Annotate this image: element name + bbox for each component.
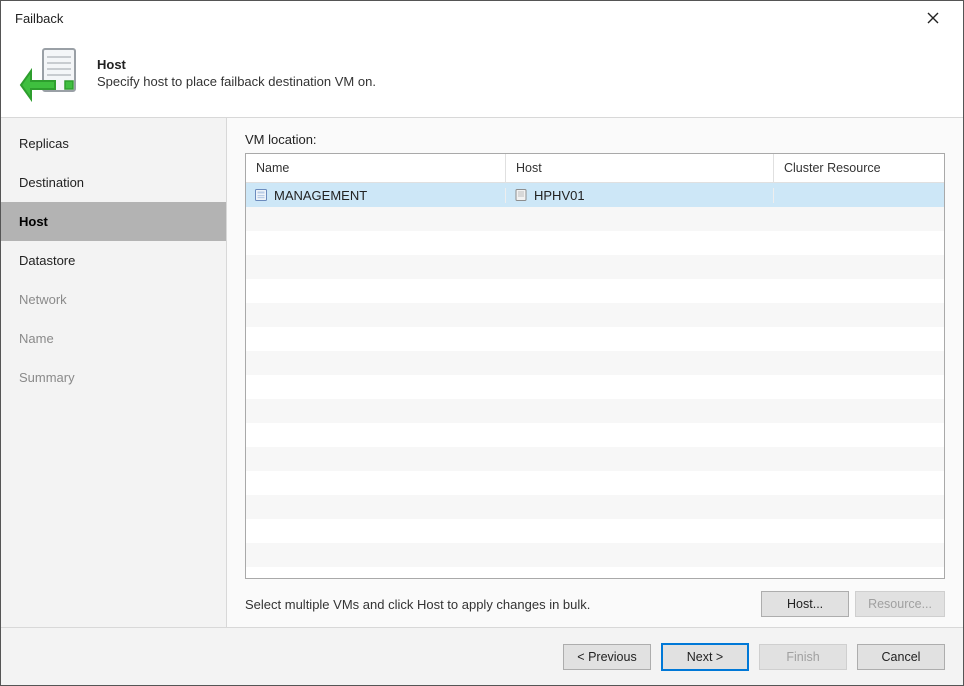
table-row[interactable]: MANAGEMENT HPHV01: [246, 183, 944, 207]
step-sidebar: Replicas Destination Host Datastore Netw…: [1, 118, 227, 627]
previous-button[interactable]: < Previous: [563, 644, 651, 670]
wizard-body: Replicas Destination Host Datastore Netw…: [1, 117, 963, 627]
empty-row: [246, 255, 944, 279]
empty-row: [246, 399, 944, 423]
column-header-name[interactable]: Name: [246, 154, 506, 182]
window-title: Failback: [15, 11, 63, 26]
empty-row: [246, 207, 944, 231]
empty-row: [246, 231, 944, 255]
finish-button: Finish: [759, 644, 847, 670]
sidebar-item-summary[interactable]: Summary: [1, 358, 226, 397]
sidebar-item-replicas[interactable]: Replicas: [1, 124, 226, 163]
empty-row: [246, 423, 944, 447]
titlebar: Failback: [1, 1, 963, 35]
wizard-header: Host Specify host to place failback dest…: [1, 35, 963, 117]
cell-host: HPHV01: [506, 188, 774, 203]
page-title: Host: [97, 57, 376, 72]
grid-body: MANAGEMENT HPHV01: [246, 183, 944, 578]
empty-row: [246, 351, 944, 375]
vm-icon: [254, 188, 268, 202]
grid-header: Name Host Cluster Resource: [246, 154, 944, 183]
empty-row: [246, 543, 944, 567]
failback-wizard-window: Failback Host Specify host to place fail…: [0, 0, 964, 686]
empty-row: [246, 279, 944, 303]
empty-row: [246, 495, 944, 519]
page-subtitle: Specify host to place failback destinati…: [97, 74, 376, 89]
sidebar-item-host[interactable]: Host: [1, 202, 226, 241]
column-header-host[interactable]: Host: [506, 154, 774, 182]
bulk-hint: Select multiple VMs and click Host to ap…: [245, 597, 751, 612]
empty-row: [246, 519, 944, 543]
cancel-button[interactable]: Cancel: [857, 644, 945, 670]
close-icon: [927, 12, 939, 24]
empty-row: [246, 447, 944, 471]
close-button[interactable]: [913, 4, 953, 32]
wizard-footer: < Previous Next > Finish Cancel: [1, 627, 963, 685]
resource-button: Resource...: [855, 591, 945, 617]
empty-row: [246, 303, 944, 327]
below-grid-row: Select multiple VMs and click Host to ap…: [245, 591, 945, 617]
sidebar-item-network[interactable]: Network: [1, 280, 226, 319]
cell-name: MANAGEMENT: [246, 188, 506, 203]
next-button[interactable]: Next >: [661, 643, 749, 671]
failback-icon: [19, 43, 79, 103]
vm-location-label: VM location:: [245, 132, 945, 147]
host-icon: [514, 188, 528, 202]
empty-row: [246, 375, 944, 399]
vm-location-grid[interactable]: Name Host Cluster Resource MANAGEMENT HP…: [245, 153, 945, 579]
empty-row: [246, 327, 944, 351]
host-button[interactable]: Host...: [761, 591, 849, 617]
empty-row: [246, 471, 944, 495]
column-header-cluster[interactable]: Cluster Resource: [774, 154, 944, 182]
header-text: Host Specify host to place failback dest…: [97, 57, 376, 89]
sidebar-item-name[interactable]: Name: [1, 319, 226, 358]
main-panel: VM location: Name Host Cluster Resource …: [227, 118, 963, 627]
sidebar-item-destination[interactable]: Destination: [1, 163, 226, 202]
side-buttons: Host... Resource...: [761, 591, 945, 617]
sidebar-item-datastore[interactable]: Datastore: [1, 241, 226, 280]
